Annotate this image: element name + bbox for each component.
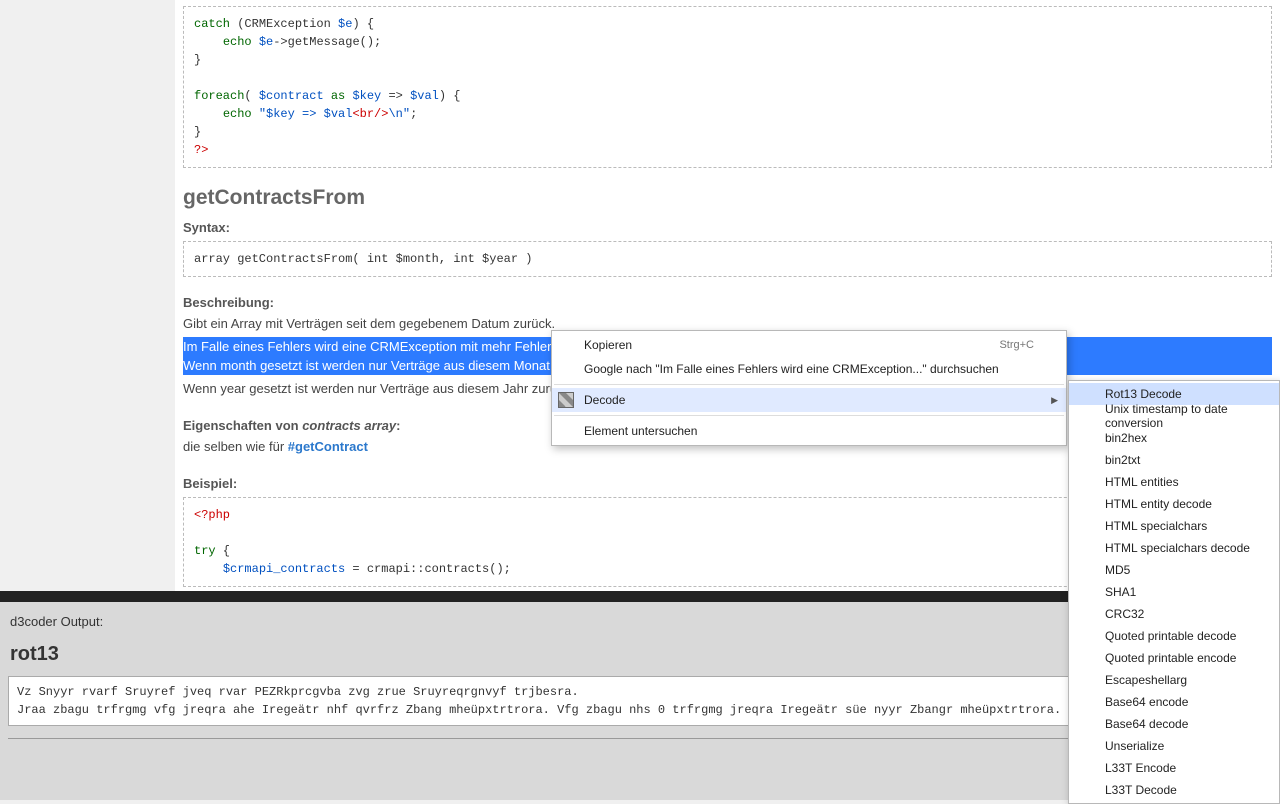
decode-option[interactable]: Base64 decode bbox=[1069, 713, 1279, 735]
description-line-1: Gibt ein Array mit Verträgen seit dem ge… bbox=[183, 316, 1272, 331]
ctx-copy[interactable]: Kopieren Strg+C bbox=[552, 333, 1066, 357]
decode-submenu: Rot13 DecodeUnix timestamp to date conve… bbox=[1068, 380, 1280, 804]
decode-option[interactable]: HTML specialchars decode bbox=[1069, 537, 1279, 559]
decode-option[interactable]: bin2hex bbox=[1069, 427, 1279, 449]
decode-option[interactable]: CRC32 bbox=[1069, 603, 1279, 625]
context-menu: Kopieren Strg+C Google nach "Im Falle ei… bbox=[551, 330, 1067, 446]
decode-option[interactable]: Quoted printable decode bbox=[1069, 625, 1279, 647]
ctx-google-search[interactable]: Google nach "Im Falle eines Fehlers wird… bbox=[552, 357, 1066, 381]
decode-option[interactable]: Base64 encode bbox=[1069, 691, 1279, 713]
ctx-separator bbox=[554, 415, 1064, 416]
getcontract-link[interactable]: #getContract bbox=[288, 439, 368, 454]
chevron-right-icon: ▶ bbox=[1051, 395, 1058, 406]
decode-option[interactable]: HTML specialchars bbox=[1069, 515, 1279, 537]
decode-option[interactable]: Escapeshellarg bbox=[1069, 669, 1279, 691]
decode-option[interactable]: Quoted printable encode bbox=[1069, 647, 1279, 669]
decode-option[interactable]: L33T Encode bbox=[1069, 757, 1279, 779]
ctx-inspect-element[interactable]: Element untersuchen bbox=[552, 419, 1066, 443]
method-heading: getContractsFrom bbox=[183, 186, 1272, 210]
ctx-decode[interactable]: Decode ▶ bbox=[552, 388, 1066, 412]
shortcut-label: Strg+C bbox=[999, 339, 1034, 351]
syntax-label: Syntax: bbox=[183, 220, 1272, 235]
decode-option[interactable]: Unserialize bbox=[1069, 735, 1279, 757]
decode-option[interactable]: Unix timestamp to date conversion bbox=[1069, 405, 1279, 427]
decode-option[interactable]: L33T Decode bbox=[1069, 779, 1279, 801]
description-label: Beschreibung: bbox=[183, 295, 1272, 310]
decode-option[interactable]: SHA1 bbox=[1069, 581, 1279, 603]
syntax-code[interactable]: array getContractsFrom( int $month, int … bbox=[183, 241, 1272, 277]
decode-option[interactable]: bin2txt bbox=[1069, 449, 1279, 471]
decode-option[interactable]: HTML entity decode bbox=[1069, 493, 1279, 515]
code-block-top[interactable]: catch (CRMException $e) { echo $e->getMe… bbox=[183, 6, 1272, 168]
decode-icon bbox=[558, 392, 574, 408]
decode-option[interactable]: MD5 bbox=[1069, 559, 1279, 581]
ctx-separator bbox=[554, 384, 1064, 385]
decode-option[interactable]: HTML entities bbox=[1069, 471, 1279, 493]
